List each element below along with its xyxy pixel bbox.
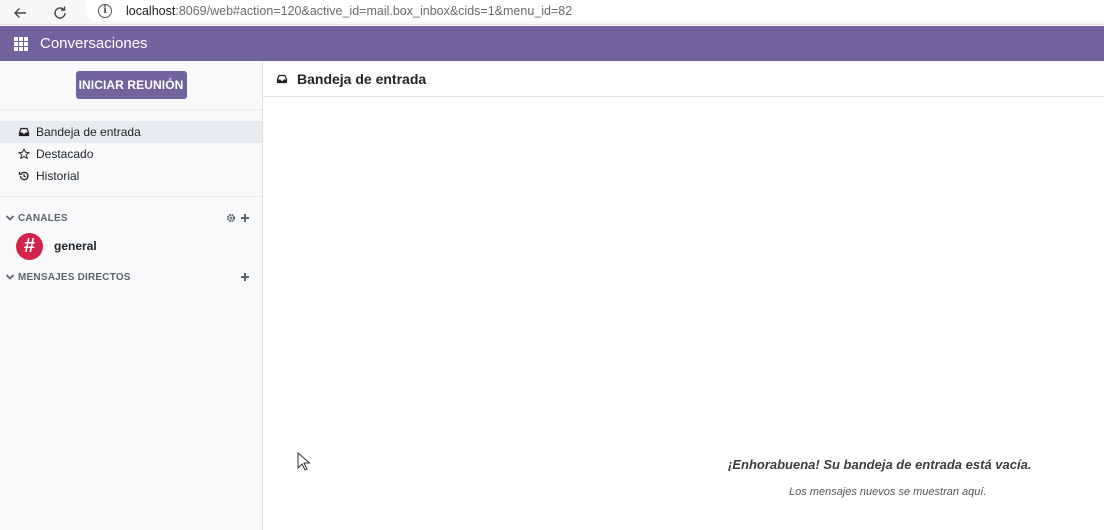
add-direct-message-plus-icon[interactable] [240, 272, 250, 282]
app-title[interactable]: Conversaciones [40, 35, 148, 52]
direct-messages-category-header[interactable]: MENSAJES DIRECTOS [0, 266, 262, 288]
channels-category-label: CANALES [18, 212, 68, 224]
main-panel: Bandeja de entrada ¡Enhorabuena! Su band… [263, 61, 1104, 530]
sidebar-item-label: Historial [36, 169, 80, 183]
sidebar-item-label: Bandeja de entrada [36, 125, 141, 139]
browser-toolbar: i localhost:8069/web#action=120&active_i… [0, 0, 1104, 25]
channel-name: general [54, 239, 97, 253]
sidebar-item-starred[interactable]: Destacado [0, 143, 262, 165]
star-icon [18, 148, 30, 160]
sidebar-item-label: Destacado [36, 147, 94, 161]
start-meeting-button[interactable]: INICIAR REUNIÓN [75, 71, 187, 99]
chevron-down-icon [5, 274, 15, 280]
gear-icon[interactable] [226, 213, 236, 223]
inbox-icon [18, 127, 30, 137]
direct-messages-actions [240, 266, 250, 288]
empty-inbox-title: ¡Enhorabuena! Su bandeja de entrada está… [728, 457, 1032, 472]
sidebar: INICIAR REUNIÓN Bandeja de entrada Desta… [0, 61, 263, 530]
arrow-left-icon [14, 7, 26, 18]
url-text: localhost:8069/web#action=120&active_id=… [126, 3, 573, 18]
inbox-icon [276, 74, 288, 83]
add-channel-plus-icon[interactable] [240, 213, 250, 223]
sidebar-item-history[interactable]: Historial [0, 165, 262, 187]
chevron-down-icon [5, 215, 15, 221]
reload-button[interactable] [46, 0, 74, 25]
address-bar[interactable]: i localhost:8069/web#action=120&active_i… [86, 0, 1104, 21]
sidebar-item-inbox[interactable]: Bandeja de entrada [0, 121, 262, 143]
channels-category-header[interactable]: CANALES [0, 207, 262, 229]
history-icon [18, 171, 29, 181]
back-button[interactable] [6, 0, 34, 25]
top-navbar: Conversaciones [0, 26, 1104, 61]
apps-menu-icon[interactable] [14, 36, 28, 51]
thread-header: Bandeja de entrada [263, 61, 1104, 97]
meeting-area: INICIAR REUNIÓN [0, 61, 262, 110]
reload-icon [54, 6, 66, 19]
empty-inbox-subtitle: Los mensajes nuevos se muestran aquí. [789, 486, 987, 498]
channels-actions [226, 207, 250, 229]
channel-item-general[interactable]: # general [0, 229, 262, 263]
channel-avatar: # [16, 232, 43, 260]
page-title: Bandeja de entrada [297, 70, 427, 87]
direct-messages-category-label: MENSAJES DIRECTOS [18, 271, 131, 283]
mouse-cursor-icon [297, 452, 311, 471]
mailbox-list: Bandeja de entrada Destacado Historial [0, 110, 262, 197]
info-icon[interactable]: i [98, 3, 112, 18]
